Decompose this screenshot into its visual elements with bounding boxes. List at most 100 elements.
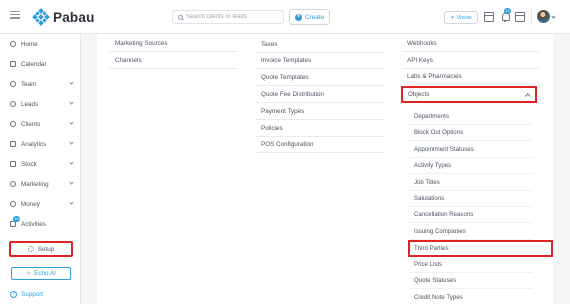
logo[interactable]: Pabau (32, 8, 95, 26)
home-icon (10, 41, 16, 47)
objects-dropdown[interactable]: Objects (401, 86, 537, 103)
team-icon (10, 81, 16, 87)
window-icon[interactable] (515, 12, 525, 22)
settings-link-api-keys[interactable]: API Keys (402, 53, 540, 69)
sidebar-item-analytics[interactable]: Analytics (0, 137, 81, 151)
settings-link-invoice-templates[interactable]: Invoice Templates (256, 53, 384, 69)
chevron-down-icon (69, 120, 74, 125)
objects-item-departments[interactable]: Departments (409, 109, 533, 126)
chevron-down-icon[interactable] (551, 14, 556, 19)
avatar[interactable] (537, 10, 550, 23)
chevron-down-icon (69, 100, 74, 105)
sidebar-item-clients[interactable]: Clients (0, 117, 81, 131)
objects-label: Objects (408, 91, 430, 98)
sidebar-item-label: Money (21, 200, 40, 208)
objects-item-activity-types[interactable]: Activity Types (409, 158, 533, 175)
top-bar: Pabau + Create ✦ Vision 12 (0, 0, 570, 34)
settings-link-pos-configuration[interactable]: POS Configuration (256, 137, 384, 153)
sidebar-item-marketing[interactable]: Marketing (0, 177, 81, 191)
echo-ai-button[interactable]: ✧ Echo AI (11, 267, 71, 280)
create-button[interactable]: + Create (289, 9, 330, 25)
objects-item-price-lists[interactable]: Price Lists (409, 257, 533, 274)
chevron-down-icon (69, 180, 74, 185)
objects-item-third-parties[interactable]: Third Parties (408, 240, 553, 257)
clients-icon (10, 121, 16, 127)
settings-link-payment-types[interactable]: Payment Types (256, 104, 384, 120)
sidebar-item-label: Clients (21, 120, 41, 128)
vision-label: Vision (456, 14, 472, 21)
objects-item-issuing-companies[interactable]: Issuing Companies (409, 224, 533, 241)
settings-link-quote-fee-distribution[interactable]: Quote Fee Distribution (256, 87, 384, 103)
sidebar-item-label: Leads (21, 100, 39, 108)
activities-badge: 16 (13, 216, 20, 222)
settings-column-2: Taxes Invoice Templates Quote Templates … (245, 34, 395, 304)
leads-icon (10, 101, 16, 107)
settings-link-label: Webhooks (407, 40, 437, 47)
settings-link-label: Labs & Pharmacies (407, 73, 462, 80)
settings-link-policies[interactable]: Policies (256, 121, 384, 137)
settings-link-label: Channels (115, 57, 142, 64)
objects-item-quote-statuses[interactable]: Quote Statuses (409, 273, 533, 290)
settings-link-marketing-sources[interactable]: Marketing Sources (109, 36, 237, 52)
chevron-down-icon (69, 160, 74, 165)
settings-link-labs-pharmacies[interactable]: Labs & Pharmacies (402, 69, 540, 85)
objects-item-label: Issuing Companies (414, 228, 466, 236)
objects-item-label: Third Parties (414, 245, 449, 252)
objects-item-label: Activity Types (414, 162, 452, 170)
settings-link-webhooks[interactable]: Webhooks (402, 36, 540, 52)
sidebar-item-leads[interactable]: Leads (0, 97, 81, 111)
objects-item-block-out-options[interactable]: Block Out Options (409, 125, 533, 142)
objects-item-cancellation-reasons[interactable]: Cancellation Reasons (409, 207, 533, 224)
sidebar-item-label: Calendar (21, 60, 47, 68)
gear-icon (27, 246, 34, 252)
settings-link-channels[interactable]: Channels (109, 53, 237, 69)
settings-link-label: Policies (261, 125, 283, 132)
divider (531, 9, 532, 25)
objects-item-label: Quote Statuses (414, 277, 457, 285)
support-link[interactable]: ? Support (10, 291, 43, 298)
brand-name: Pabau (53, 9, 95, 25)
objects-item-appointment-statuses[interactable]: Appointment Statuses (409, 142, 533, 159)
sparkle-icon: ✦ (450, 14, 455, 21)
search-box[interactable] (172, 10, 284, 24)
sidebar-item-label: Activities (21, 220, 46, 228)
sidebar-item-money[interactable]: Money (0, 197, 81, 211)
chevron-down-icon (69, 200, 74, 205)
settings-link-label: POS Configuration (261, 141, 314, 148)
sidebar-item-stock[interactable]: Stock (0, 157, 81, 171)
menu-icon[interactable] (10, 11, 20, 19)
settings-link-label: API Keys (407, 57, 433, 64)
sidebar-item-label: Analytics (21, 140, 47, 148)
objects-item-label: Job Titles (414, 179, 440, 187)
sidebar-item-activities[interactable]: 16 Activities (0, 216, 81, 231)
search-input[interactable] (186, 14, 281, 20)
objects-item-label: Block Out Options (414, 129, 464, 137)
objects-item-credit-note-types[interactable]: Credit Note Types (409, 289, 533, 304)
create-label: Create (304, 13, 325, 21)
setup-button[interactable]: Setup (9, 241, 73, 257)
echo-ai-label: Echo AI (34, 270, 56, 277)
money-icon (10, 201, 16, 207)
calendar-icon (10, 61, 16, 67)
calendar-icon[interactable] (484, 12, 494, 22)
sidebar: Home Calendar Team Leads Clients Analyti… (0, 34, 81, 304)
settings-link-label: Payment Types (261, 108, 305, 115)
settings-link-label: Quote Fee Distribution (261, 91, 324, 98)
settings-link-taxes[interactable]: Taxes (256, 37, 384, 53)
objects-item-job-titles[interactable]: Job Titles (409, 175, 533, 192)
settings-link-quote-templates[interactable]: Quote Templates (256, 70, 384, 86)
sidebar-item-team[interactable]: Team (0, 77, 81, 91)
vision-button[interactable]: ✦ Vision (444, 11, 478, 24)
notification-badge: 12 (504, 8, 511, 14)
pabau-logo-icon (32, 8, 50, 26)
sidebar-item-calendar[interactable]: Calendar (0, 57, 81, 71)
objects-item-salutations[interactable]: Salutations (409, 191, 533, 208)
sidebar-item-home[interactable]: Home (0, 37, 81, 51)
sparkle-icon: ✧ (26, 271, 32, 277)
stock-icon (10, 161, 16, 167)
objects-item-label: Price Lists (414, 261, 443, 269)
chevron-down-icon (69, 80, 74, 85)
settings-link-label: Quote Templates (261, 74, 309, 81)
chevron-up-icon (525, 93, 531, 99)
objects-item-label: Cancellation Reasons (414, 211, 474, 219)
